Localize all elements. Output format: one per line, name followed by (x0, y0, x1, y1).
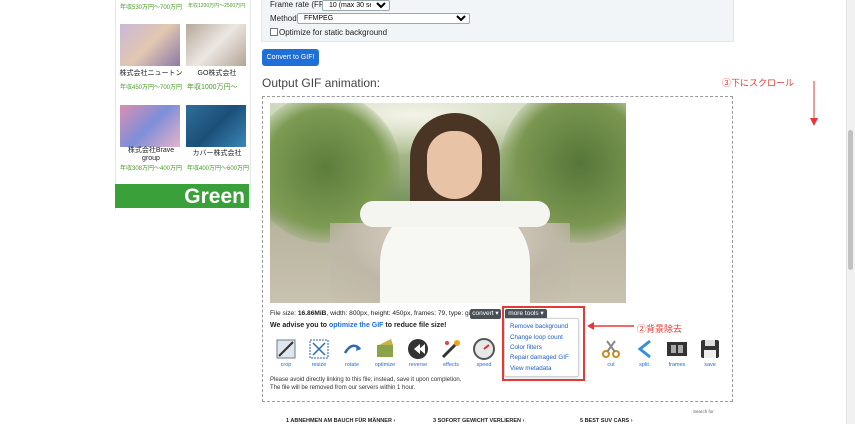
frames-tool[interactable]: frames (661, 337, 693, 368)
ad-link[interactable]: 5 BEST SUV CARS › (580, 418, 633, 424)
file-info-details: , width: 800px, height: 450px, frames: 7… (326, 310, 472, 317)
optimize-checkbox[interactable] (270, 28, 278, 36)
ad-thumbnail[interactable] (186, 105, 246, 147)
annotation-scroll-down: ③下にスクロール (722, 78, 795, 88)
rotate-icon (339, 337, 365, 361)
ad-company-name[interactable]: カバー株式会社 (184, 150, 250, 158)
effects-tool[interactable]: effects (435, 337, 467, 368)
advise-suffix: to reduce file size! (383, 322, 447, 329)
highlight-box (502, 306, 585, 381)
ad-salary: 年収530万円～700万円 (120, 5, 183, 11)
effects-icon (438, 337, 464, 361)
ad-salary: 年収450万円～700万円 (120, 85, 183, 91)
reverse-icon (405, 337, 431, 361)
convert-dropdown-button[interactable]: convert ▾ (470, 309, 501, 319)
method-label: Method: (270, 14, 299, 23)
speed-tool[interactable]: speed (468, 337, 500, 368)
speed-icon (471, 337, 497, 361)
ad-company-name[interactable]: 株式会社ニュートン (118, 70, 184, 78)
crop-tool[interactable]: crop (270, 337, 302, 368)
annotation-background-removal: ②背景除去 (637, 324, 683, 334)
resize-tool[interactable]: resize (303, 337, 335, 368)
file-size: 16.86MiB (297, 310, 327, 317)
split-tool[interactable]: split (628, 337, 660, 368)
optimize-label: Optimize for static background (279, 28, 388, 37)
ad-salary: 年収1000万円～ (187, 84, 238, 91)
scissors-icon (598, 337, 624, 361)
output-gif-preview (270, 103, 626, 303)
save-tool[interactable]: save (694, 337, 726, 368)
bottom-ad-bar: 1 ABNEHMEN AM BAUCH FÜR MÄNNER › 3 SOFOR… (268, 418, 728, 424)
crop-icon (273, 337, 299, 361)
ad-salary: 年収400万円～600万円 (187, 166, 250, 172)
reverse-tool[interactable]: reverse (402, 337, 434, 368)
ad-salary: 年収1200万円～2500万円 (188, 3, 246, 9)
advise-text: We advise you to optimize the GIF to red… (270, 322, 446, 329)
notice-line-2: The file will be removed from our server… (270, 385, 416, 391)
output-title: Output GIF animation: (262, 76, 381, 90)
optimize-tool[interactable]: optimize (369, 337, 401, 368)
file-info: File size: 16.86MiB, width: 800px, heigh… (270, 310, 472, 317)
advise-prefix: We advise you to (270, 322, 329, 329)
search-for-label: Search for (693, 409, 714, 414)
ad-thumbnail[interactable] (120, 105, 180, 147)
ad-link[interactable]: 1 ABNEHMEN AM BAUCH FÜR MÄNNER › (286, 418, 395, 424)
scrollbar-thumb[interactable] (848, 130, 853, 270)
red-arrow-icon (587, 322, 634, 330)
resize-icon (306, 337, 332, 361)
ad-company-name[interactable]: 株式会社Brave group (118, 147, 184, 163)
file-notice: Please avoid directly linking to this fi… (270, 376, 461, 392)
cut-tool[interactable]: cut (595, 337, 627, 368)
frame-rate-select[interactable]: 10 (max 30 seconds) (322, 0, 390, 11)
optimize-gif-link[interactable]: optimize the GIF (329, 322, 383, 329)
split-icon (631, 337, 657, 361)
green-banner[interactable]: Green (115, 184, 249, 208)
rotate-tool[interactable]: rotate (336, 337, 368, 368)
ad-company-name[interactable]: GO株式会社 (184, 70, 250, 78)
file-info-prefix: File size: (270, 310, 298, 317)
method-select[interactable]: FFMPEG (297, 13, 470, 24)
ad-thumbnail[interactable] (186, 24, 246, 66)
ad-link[interactable]: 3 SOFORT GEWICHT VERLIEREN › (433, 418, 524, 424)
ad-thumbnail[interactable] (120, 24, 180, 66)
convert-to-gif-button[interactable]: Convert to GIF! (262, 49, 319, 66)
optimize-icon (372, 337, 398, 361)
ad-salary: 年収308万円～400万円 (120, 166, 183, 172)
down-arrow-icon (810, 81, 818, 126)
notice-line-1: Please avoid directly linking to this fi… (270, 377, 462, 383)
ad-column: 年収530万円～700万円 年収1200万円～2500万円 株式会社ニュートン … (115, 0, 251, 210)
save-disk-icon (697, 337, 723, 361)
film-strip-icon (664, 337, 690, 361)
